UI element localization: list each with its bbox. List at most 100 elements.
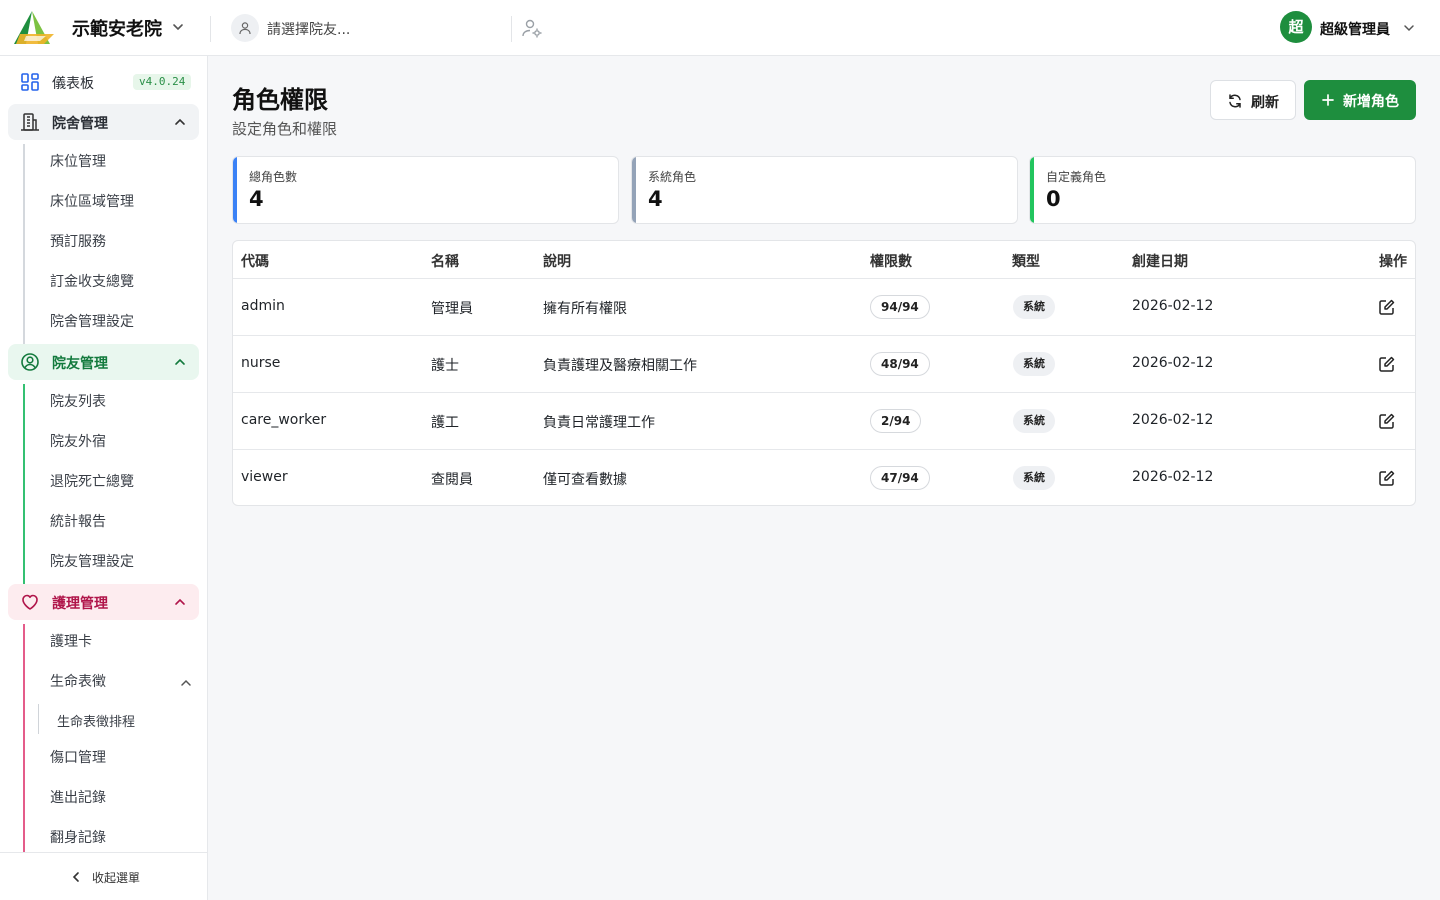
stat-label: 總角色數 [249, 170, 298, 184]
edit-icon[interactable] [1378, 412, 1396, 430]
sidebar-item-deposit[interactable]: 訂金收支總覽 [50, 272, 134, 292]
chevron-up-icon [175, 358, 185, 365]
resident-picker[interactable]: 請選擇院友... [231, 14, 511, 42]
sidebar-item-reports[interactable]: 統計報告 [50, 512, 106, 532]
role-type-badge: 系統 [1013, 295, 1055, 319]
stat-value: 0 [1046, 187, 1061, 211]
table-row[interactable]: care_worker 護工 負責日常護理工作 2/94 系統 2026-02-… [233, 393, 1415, 450]
role-name: 查閱員 [431, 472, 473, 488]
resident-picker-placeholder: 請選擇院友... [267, 22, 351, 38]
edit-icon[interactable] [1378, 355, 1396, 373]
column-header-permissions[interactable]: 權限數 [870, 251, 912, 271]
chevron-up-icon [175, 598, 185, 605]
sidebar-group-residents[interactable]: 院友管理 [8, 344, 199, 380]
sidebar-group-label: 護理管理 [52, 596, 108, 612]
sidebar-item-booking[interactable]: 預訂服務 [50, 232, 106, 252]
user-icon [231, 14, 259, 42]
roles-table: 代碼 名稱 說明 權限數 類型 創建日期 操作 admin 管理員 擁有所有權限… [232, 240, 1416, 506]
edit-icon[interactable] [1378, 469, 1396, 487]
permission-count-badge: 2/94 [870, 409, 922, 433]
edit-icon[interactable] [1378, 298, 1396, 316]
sidebar-item-vital-signs[interactable]: 生命表徵 [50, 672, 106, 692]
refresh-label: 刷新 [1251, 95, 1279, 111]
user-settings-icon[interactable] [521, 17, 543, 39]
created-date: 2026-02-12 [1132, 412, 1214, 428]
column-header-description[interactable]: 說明 [543, 251, 571, 271]
sidebar-item-vital-schedule[interactable]: 生命表徵排程 [57, 711, 135, 730]
dashboard-icon [21, 73, 39, 91]
sidebar-item-dashboard[interactable]: 儀表板 v4.0.24 [8, 64, 199, 100]
app-logo-icon[interactable] [12, 10, 56, 46]
sidebar-item-bed[interactable]: 床位管理 [50, 152, 106, 172]
submenu-guide-line [38, 704, 39, 734]
stat-value: 4 [249, 187, 264, 211]
table-row[interactable]: viewer 查閱員 僅可查看數據 47/94 系統 2026-02-12 [233, 450, 1415, 507]
role-type-badge: 系統 [1013, 409, 1055, 433]
role-description: 負責護理及醫療相關工作 [543, 358, 697, 374]
sidebar-item-entry-exit[interactable]: 進出記錄 [50, 788, 106, 808]
user-name: 超級管理員 [1320, 22, 1390, 38]
submenu-guide-line [23, 624, 25, 854]
stat-accent-bar [233, 157, 237, 223]
role-name: 護士 [431, 358, 459, 374]
sidebar-item-bed-zone[interactable]: 床位區域管理 [50, 192, 134, 212]
user-menu[interactable]: 超 超級管理員 [1280, 11, 1420, 45]
sidebar-item-facility-settings[interactable]: 院舍管理設定 [50, 312, 134, 332]
sidebar-item-care-card[interactable]: 護理卡 [50, 632, 92, 652]
column-header-type[interactable]: 類型 [1012, 251, 1040, 271]
heart-icon [22, 594, 38, 610]
table-row[interactable]: nurse 護士 負責護理及醫療相關工作 48/94 系統 2026-02-12 [233, 336, 1415, 393]
stat-card-custom: 自定義角色 0 [1029, 156, 1416, 224]
add-role-label: 新增角色 [1343, 94, 1399, 110]
role-name: 護工 [431, 415, 459, 431]
building-icon [21, 113, 39, 131]
stat-label: 系統角色 [648, 170, 697, 184]
created-date: 2026-02-12 [1132, 355, 1214, 371]
permission-count-badge: 47/94 [870, 466, 930, 490]
add-role-button[interactable]: 新增角色 [1304, 80, 1416, 120]
collapse-label: 收起選單 [92, 871, 141, 885]
stat-label: 自定義角色 [1046, 170, 1107, 184]
stat-card-system: 系統角色 4 [631, 156, 1018, 224]
avatar: 超 [1280, 11, 1312, 43]
sidebar-item-resident-list[interactable]: 院友列表 [50, 392, 106, 412]
refresh-icon [1229, 94, 1241, 108]
stat-card-total: 總角色數 4 [232, 156, 619, 224]
sidebar-item-resident-settings[interactable]: 院友管理設定 [50, 552, 134, 572]
version-badge: v4.0.24 [133, 74, 192, 90]
sidebar-item-wound[interactable]: 傷口管理 [50, 748, 106, 768]
sidebar-item-discharge[interactable]: 退院死亡總覽 [50, 472, 134, 492]
chevron-down-icon[interactable] [170, 19, 186, 35]
role-code: viewer [241, 469, 288, 485]
stat-accent-bar [1030, 157, 1034, 223]
submenu-guide-line [23, 144, 25, 344]
sidebar-group-label: 院舍管理 [52, 116, 108, 132]
role-code: admin [241, 298, 285, 314]
sidebar-item-turning[interactable]: 翻身記錄 [50, 828, 106, 848]
role-code: nurse [241, 355, 281, 371]
column-header-name[interactable]: 名稱 [431, 251, 459, 271]
org-name[interactable]: 示範安老院 [72, 15, 162, 41]
permission-count-badge: 94/94 [870, 295, 930, 319]
sidebar-group-care[interactable]: 護理管理 [8, 584, 199, 620]
page-title: 角色權限 [232, 86, 328, 114]
table-row[interactable]: admin 管理員 擁有所有權限 94/94 系統 2026-02-12 [233, 279, 1415, 336]
user-circle-icon [21, 353, 39, 371]
column-header-code[interactable]: 代碼 [241, 251, 269, 271]
stat-value: 4 [648, 187, 663, 211]
page-subtitle: 設定角色和權限 [232, 120, 338, 138]
sidebar: 儀表板 v4.0.24 院舍管理 床位管理 床位區域管理 預訂服務 訂金收支總覽… [0, 56, 208, 900]
created-date: 2026-02-12 [1132, 298, 1214, 314]
chevron-up-icon[interactable] [179, 676, 193, 690]
sidebar-group-label: 院友管理 [52, 356, 108, 372]
sidebar-item-resident-leave[interactable]: 院友外宿 [50, 432, 106, 452]
top-header: 示範安老院 請選擇院友... 超 超級管理員 [0, 0, 1440, 56]
stat-accent-bar [632, 157, 636, 223]
refresh-button[interactable]: 刷新 [1210, 80, 1296, 120]
sidebar-group-facility[interactable]: 院舍管理 [8, 104, 199, 140]
column-header-actions: 操作 [1379, 254, 1407, 270]
collapse-sidebar-button[interactable]: 收起選單 [0, 852, 207, 900]
role-description: 負責日常護理工作 [543, 415, 655, 431]
column-header-created[interactable]: 創建日期 [1132, 251, 1188, 271]
role-description: 擁有所有權限 [543, 301, 627, 317]
